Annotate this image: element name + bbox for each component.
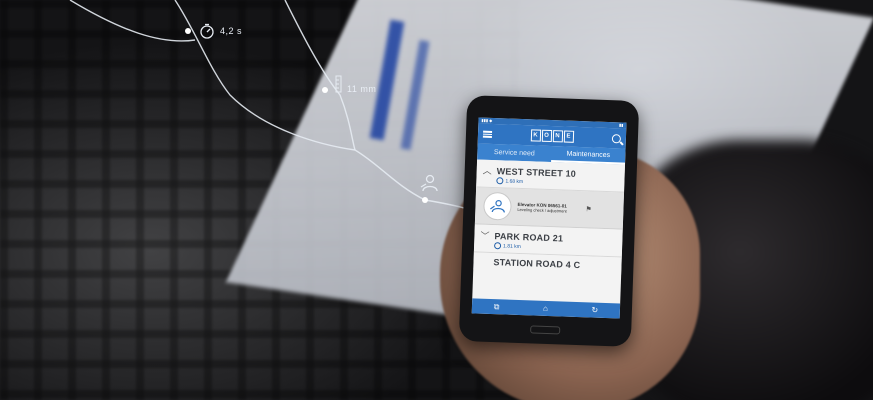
location-pin-icon <box>496 177 504 185</box>
home-button[interactable] <box>530 325 561 335</box>
hud-node <box>422 197 428 203</box>
stopwatch-icon <box>200 23 214 39</box>
hud-line <box>69 0 196 42</box>
logo-letter: O <box>541 129 552 143</box>
logo-letter: N <box>552 130 563 143</box>
search-icon[interactable] <box>611 133 622 143</box>
hud-overlay <box>69 0 506 226</box>
chevron-up-icon[interactable]: ︿ <box>483 164 492 177</box>
task-row[interactable]: Elevator KON 06561-01 Leveling check / a… <box>474 187 625 230</box>
location-pin-icon <box>493 242 502 250</box>
hud-node <box>185 28 191 34</box>
menu-icon[interactable] <box>482 130 493 138</box>
home-icon[interactable]: ⌂ <box>543 303 548 312</box>
site-distance: 1.81 km <box>502 242 521 250</box>
flag-icon[interactable]: ⚑ <box>585 205 592 213</box>
ruler-icon <box>335 75 342 93</box>
hud-node <box>322 87 328 93</box>
measurement-readout: 11 mm <box>347 84 377 94</box>
copy-icon[interactable]: ⧉ <box>494 302 500 311</box>
logo-letter: K <box>530 129 541 142</box>
task-detail: Leveling check / adjustment <box>517 206 567 214</box>
technician-icon <box>420 174 438 192</box>
smartphone: ▮▮▮ ◆ ▮▮ K O N E Service need Maintenance… <box>458 95 640 347</box>
site-address: WEST STREET 10 <box>496 165 577 179</box>
photo-scene: 4,2 s 11 mm ▮▮▮ ◆ ▮▮ K O N E Service need… <box>0 0 873 400</box>
site-distance: 1.68 km <box>505 177 524 185</box>
bottom-nav: ⧉ ⌂ ↻ <box>471 298 621 319</box>
site-address: STATION ROAD 4 C <box>493 257 581 271</box>
technician-avatar-icon <box>483 191 512 221</box>
hud-line <box>284 0 356 151</box>
refresh-icon[interactable]: ↻ <box>591 305 598 314</box>
site-item[interactable]: ︿ WEST STREET 10 1.68 km <box>476 159 626 193</box>
logo-letter: E <box>563 130 574 143</box>
timer-readout: 4,2 s <box>220 26 243 36</box>
app-screen: ▮▮▮ ◆ ▮▮ K O N E Service need Maintenance… <box>471 117 627 319</box>
kone-logo: K O N E <box>530 129 574 143</box>
site-address: PARK ROAD 21 <box>494 230 564 244</box>
chevron-down-icon[interactable]: ﹀ <box>480 229 489 242</box>
